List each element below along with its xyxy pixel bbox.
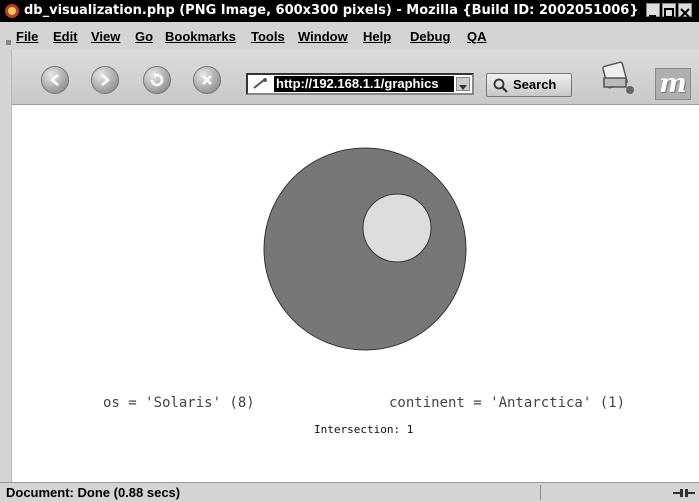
- inner-set-circle: [362, 193, 432, 263]
- close-button[interactable]: [678, 3, 692, 18]
- menu-go[interactable]: Go: [135, 29, 153, 44]
- left-set-label: os = 'Solaris' (8): [103, 395, 255, 411]
- mozilla-logo[interactable]: m: [655, 68, 691, 100]
- chevron-down-icon: [459, 85, 467, 90]
- online-connection-icon[interactable]: [672, 486, 696, 500]
- search-label: Search: [513, 77, 557, 92]
- page-content: os = 'Solaris' (8) continent = 'Antarcti…: [12, 105, 699, 482]
- intersection-label: Intersection: 1: [314, 423, 414, 436]
- back-button[interactable]: [41, 66, 69, 94]
- print-icon[interactable]: [600, 60, 636, 96]
- minimize-button[interactable]: [646, 3, 660, 17]
- menu-bar: File Edit View Go Bookmarks Tools Window…: [0, 22, 699, 51]
- window-title: db_visualization.php (PNG Image, 600x300…: [24, 3, 639, 18]
- outer-set-circle: [263, 147, 467, 351]
- navigation-toolbar: http://192.168.1.1/graphics Search m: [0, 50, 699, 105]
- menu-help[interactable]: Help: [363, 29, 391, 44]
- url-dropdown-button[interactable]: [456, 77, 470, 91]
- maximize-button[interactable]: [662, 3, 676, 18]
- status-text: Document: Done (0.88 secs): [6, 485, 181, 500]
- reload-button[interactable]: [143, 66, 171, 94]
- url-input[interactable]: http://192.168.1.1/graphics: [274, 76, 454, 92]
- forward-arrow-icon: [101, 74, 110, 86]
- menu-view[interactable]: View: [91, 29, 120, 44]
- search-button[interactable]: Search: [486, 73, 572, 97]
- menu-edit[interactable]: Edit: [53, 29, 78, 44]
- menu-qa[interactable]: QA: [467, 29, 487, 44]
- menu-debug[interactable]: Debug: [410, 29, 450, 44]
- right-set-label: continent = 'Antarctica' (1): [389, 395, 626, 411]
- search-icon: [493, 78, 508, 93]
- page-proxy-icon: [253, 78, 267, 89]
- status-bar: Document: Done (0.88 secs): [0, 482, 699, 502]
- close-icon: [680, 8, 690, 18]
- sidebar-grip[interactable]: [0, 50, 12, 482]
- stop-icon: [202, 75, 212, 85]
- window-titlebar[interactable]: db_visualization.php (PNG Image, 600x300…: [0, 0, 699, 22]
- forward-button[interactable]: [91, 66, 119, 94]
- menu-bookmarks[interactable]: Bookmarks: [165, 29, 236, 44]
- status-divider: [540, 485, 541, 500]
- menu-file[interactable]: File: [16, 29, 38, 44]
- toolbar-grip[interactable]: [6, 40, 11, 45]
- menu-tools[interactable]: Tools: [251, 29, 285, 44]
- mozilla-app-icon: [5, 4, 19, 18]
- maximize-icon: [664, 8, 674, 18]
- url-bar[interactable]: http://192.168.1.1/graphics: [246, 73, 474, 95]
- minimize-icon: [649, 15, 656, 17]
- back-arrow-icon: [50, 74, 59, 86]
- reload-icon: [150, 73, 164, 87]
- menu-window[interactable]: Window: [298, 29, 348, 44]
- stop-button[interactable]: [193, 66, 221, 94]
